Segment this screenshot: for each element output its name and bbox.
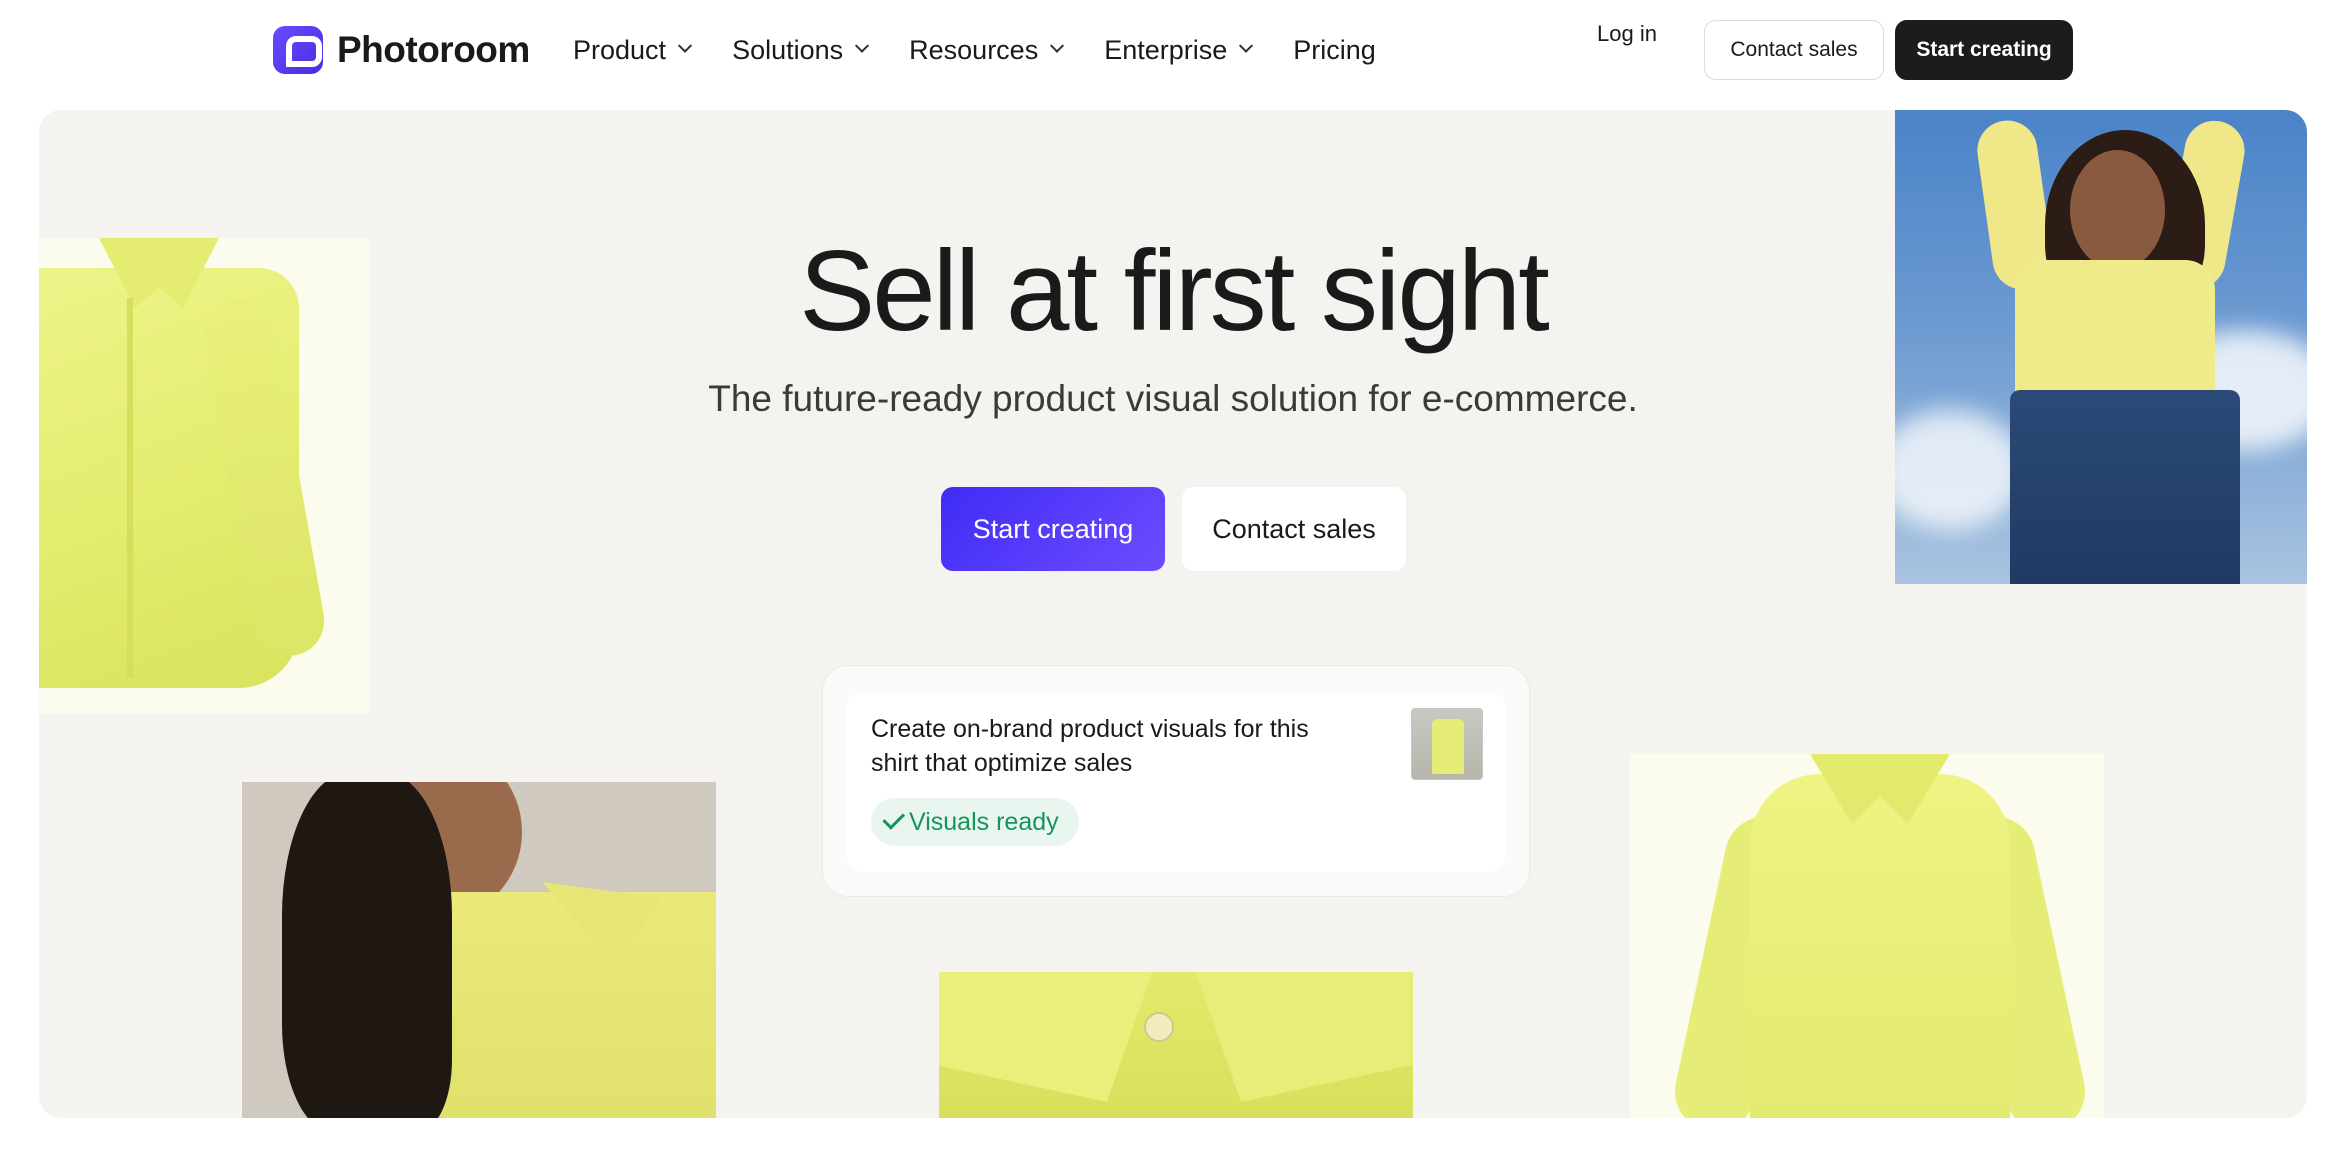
- brand-name: Photoroom: [337, 29, 530, 70]
- start-creating-button[interactable]: Start creating: [1895, 20, 2073, 80]
- hero-contact-sales-button[interactable]: Contact sales: [1182, 487, 1406, 571]
- nav-item-label: Pricing: [1293, 34, 1376, 65]
- nav-item-pricing[interactable]: Pricing: [1293, 30, 1376, 70]
- prompt-text: Create on-brand product visuals for this…: [871, 715, 1309, 777]
- check-icon: [882, 807, 906, 830]
- chevron-down-icon: [855, 38, 870, 53]
- shirt-thumbnail: [1411, 708, 1483, 780]
- login-button[interactable]: Log in: [1597, 16, 1657, 52]
- model-closeup-image: [242, 782, 716, 1118]
- photoroom-logo[interactable]: Photoroom: [273, 26, 530, 74]
- hero-subheadline: The future-ready product visual solution…: [708, 378, 1638, 419]
- photoroom-logo-icon: [273, 26, 323, 74]
- hero-section: Sell at first sight The future-ready pro…: [39, 110, 2307, 1118]
- status-badge: Visuals ready: [871, 798, 1079, 846]
- chevron-down-icon: [1239, 38, 1254, 53]
- hero-start-creating-button[interactable]: Start creating: [941, 487, 1165, 571]
- prompt-card: Create on-brand product visuals for this…: [822, 665, 1530, 897]
- nav-item-label: Product: [573, 34, 667, 65]
- nav-item-label: Enterprise: [1104, 34, 1228, 65]
- top-navigation: Photoroom Product Solutions Resources En…: [0, 0, 2345, 100]
- nav-item-product[interactable]: Product: [573, 30, 693, 70]
- nav-item-enterprise[interactable]: Enterprise: [1104, 30, 1254, 70]
- collar-detail-image: [939, 972, 1413, 1118]
- hero-headline: Sell at first sight: [799, 228, 1550, 355]
- nav-item-resources[interactable]: Resources: [909, 30, 1065, 70]
- status-label: Visuals ready: [909, 807, 1059, 836]
- nav-item-label: Resources: [909, 34, 1039, 65]
- chevron-down-icon: [1050, 38, 1065, 53]
- contact-sales-button[interactable]: Contact sales: [1704, 20, 1884, 80]
- nav-item-label: Solutions: [732, 34, 844, 65]
- shirt-mannequin-image: [1630, 754, 2104, 1118]
- chevron-down-icon: [677, 38, 693, 53]
- nav-item-solutions[interactable]: Solutions: [732, 30, 870, 70]
- main-menu: Product Solutions Resources Enterprise P…: [573, 30, 1418, 70]
- prompt-card-inner: Create on-brand product visuals for this…: [847, 692, 1505, 872]
